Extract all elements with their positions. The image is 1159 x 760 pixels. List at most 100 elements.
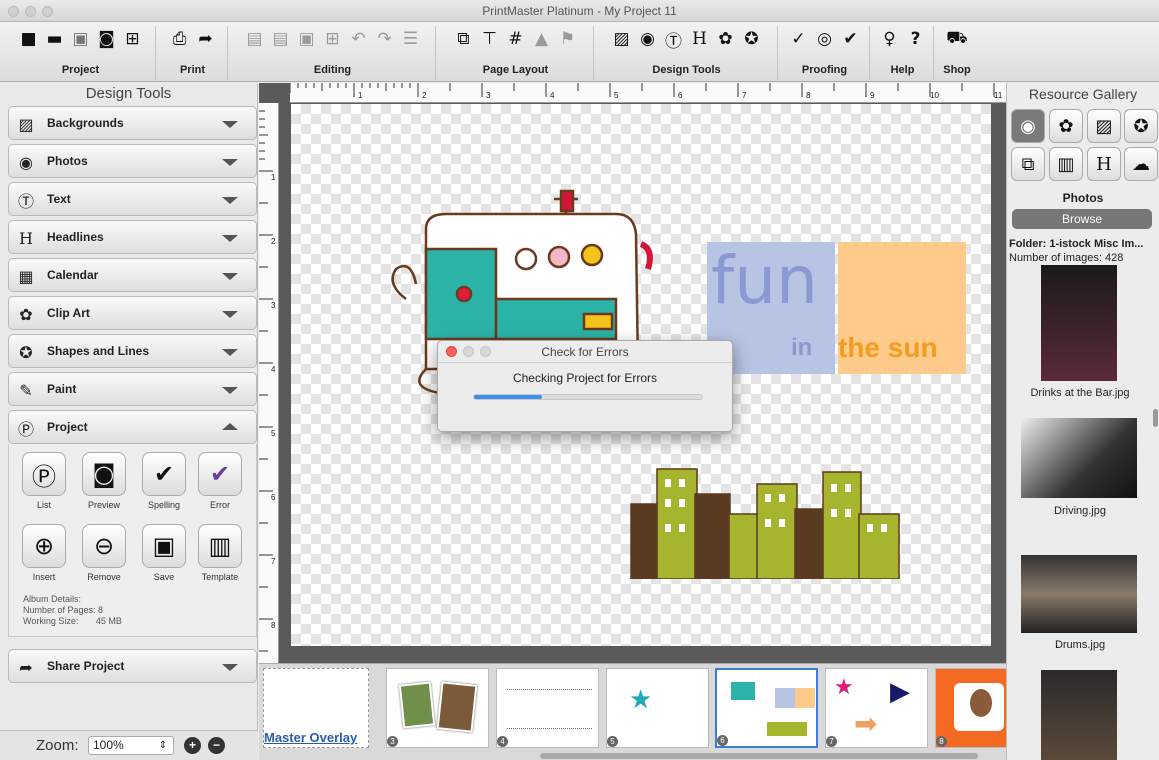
gallery-image[interactable] xyxy=(1041,670,1117,760)
backgrounds-category-button[interactable]: ▨ xyxy=(1087,109,1121,143)
cut-icon[interactable]: ▤ xyxy=(244,28,266,50)
zoom-select[interactable]: 100% ⇕ xyxy=(88,736,174,755)
copy-icon[interactable]: ▤ xyxy=(270,28,292,50)
gallery-image[interactable] xyxy=(1021,418,1137,498)
spelling-icon[interactable]: ✔ xyxy=(840,28,862,50)
chevron-down-icon xyxy=(222,387,238,394)
page-thumb[interactable]: ★ 5 xyxy=(606,668,709,748)
redo-icon[interactable]: ↷ xyxy=(374,28,396,50)
accordion-clip-art[interactable]: ✿ Clip Art xyxy=(8,296,257,330)
remove-label: Remove xyxy=(87,572,121,582)
shapes-category-button[interactable]: ✪ xyxy=(1124,109,1158,143)
working-size-value: 45 MB xyxy=(95,616,122,626)
undo-icon[interactable]: ↶ xyxy=(348,28,370,50)
browse-button[interactable]: Browse xyxy=(1012,209,1152,229)
text-icon[interactable]: Ⓣ xyxy=(663,28,685,52)
star-icon: ✪ xyxy=(1133,115,1149,137)
page-thumb[interactable]: ★ ▶ ➡ 7 xyxy=(825,668,928,748)
help-icon[interactable]: ? xyxy=(905,28,927,50)
image-icon[interactable]: ▨ xyxy=(611,28,633,50)
page-thumb[interactable]: 4 xyxy=(496,668,599,748)
accordion-calendar[interactable]: ▦ Calendar xyxy=(8,258,257,292)
share-icon[interactable]: ➦ xyxy=(195,28,217,50)
chevron-up-icon xyxy=(222,423,238,430)
save-template-button[interactable]: ▣ Save xyxy=(137,524,191,590)
printer-icon[interactable]: ⎙ xyxy=(169,28,191,50)
in-text: in xyxy=(791,334,813,361)
accordion-headlines[interactable]: H Headlines xyxy=(8,220,257,254)
flag-icon[interactable]: ⚑ xyxy=(557,28,579,50)
page-thumb[interactable]: 8 xyxy=(935,668,1006,748)
accordion-project[interactable]: Ⓟ Project xyxy=(8,410,257,444)
clipart-icon[interactable]: ✿ xyxy=(715,28,737,50)
image-icon: ▨ xyxy=(18,114,34,134)
guides-icon[interactable]: ⊤ xyxy=(479,28,501,50)
gallery-image[interactable] xyxy=(1041,265,1117,381)
toolbar-group-design-tools: ▨ ◉ Ⓣ H ✿ ✪ Design Tools xyxy=(596,26,778,80)
zoom-value: 100% xyxy=(93,738,124,752)
sun-text-block[interactable]: the sun xyxy=(838,242,966,374)
templates-category-button[interactable]: ▥ xyxy=(1049,147,1083,181)
new-project-icon[interactable]: ■ xyxy=(18,28,40,50)
accordion-share-project[interactable]: ➦ Share Project xyxy=(8,649,257,683)
camera-icon[interactable]: ◉ xyxy=(637,28,659,50)
grid-icon[interactable]: # xyxy=(505,28,527,50)
close-window-button[interactable] xyxy=(8,6,19,17)
page-thumb-selected[interactable]: 6 xyxy=(715,668,818,748)
photos-category-button[interactable]: ◉ xyxy=(1011,109,1045,143)
headlines-category-button[interactable]: H xyxy=(1087,147,1121,181)
gallery-image[interactable] xyxy=(1021,555,1137,633)
gallery-scrollbar[interactable] xyxy=(1153,409,1158,427)
accordion-backgrounds[interactable]: ▨ Backgrounds xyxy=(8,106,257,140)
cart-icon[interactable]: ⛟ xyxy=(946,28,968,50)
ruler-ticks xyxy=(259,110,273,652)
filmstrip-scrollbar[interactable] xyxy=(540,753,978,759)
camera-icon: ◉ xyxy=(1020,115,1036,137)
title-bar: PrintMaster Platinum - My Project 11 xyxy=(0,0,1159,22)
page-thumb[interactable]: 3 xyxy=(386,668,489,748)
open-project-icon[interactable]: ▬ xyxy=(44,28,66,50)
preview-button[interactable]: ◙ Preview xyxy=(77,452,131,518)
insert-page-button[interactable]: ⊕ Insert xyxy=(17,524,71,590)
zoom-out-button[interactable]: − xyxy=(208,737,225,754)
accordion-text[interactable]: Ⓣ Text xyxy=(8,182,257,216)
spelling-button[interactable]: ✔ Spelling xyxy=(137,452,191,518)
align-icon[interactable]: ▲ xyxy=(531,28,553,50)
accordion-shapes-lines[interactable]: ✪ Shapes and Lines xyxy=(8,334,257,368)
preview-icon[interactable]: ◙ xyxy=(96,28,118,50)
remove-page-button[interactable]: ⊖ Remove xyxy=(77,524,131,590)
minimize-window-button[interactable] xyxy=(25,6,36,17)
zoom-label: Zoom: xyxy=(36,737,79,754)
clipart-icon: ✿ xyxy=(19,304,33,324)
save-project-icon[interactable]: ▣ xyxy=(70,28,92,50)
headline-icon[interactable]: H xyxy=(689,28,711,50)
horizontal-ruler: 1 2 3 4 5 6 7 8 9 10 11 xyxy=(290,83,1006,103)
duplicate-icon[interactable]: ⊞ xyxy=(322,28,344,50)
fun-text: fun xyxy=(711,242,818,319)
layouts-category-button[interactable]: ⧉ xyxy=(1011,147,1045,181)
list-button[interactable]: Ⓟ List xyxy=(17,452,71,518)
accordion-paint[interactable]: ✎ Paint xyxy=(8,372,257,406)
online-category-button[interactable]: ☁ xyxy=(1124,147,1158,181)
share-icon: ➦ xyxy=(19,657,33,677)
zoom-window-button[interactable] xyxy=(42,6,53,17)
city-buildings-clipart[interactable] xyxy=(629,464,901,579)
zoom-in-button[interactable]: + xyxy=(184,737,201,754)
master-overlay-thumb[interactable]: Master Overlay xyxy=(263,668,369,748)
lightbulb-icon[interactable]: ♀ xyxy=(879,28,901,50)
add-page-icon[interactable]: ⊞ xyxy=(122,28,144,50)
clipart-category-button[interactable]: ✿ xyxy=(1049,109,1083,143)
list-icon[interactable]: ☰ xyxy=(400,28,422,50)
dialog-close-button[interactable] xyxy=(446,346,457,357)
accordion-label: Shapes and Lines xyxy=(47,344,150,358)
star-icon[interactable]: ✪ xyxy=(741,28,763,50)
accordion-photos[interactable]: ◉ Photos xyxy=(8,144,257,178)
layers-icon[interactable]: ⧉ xyxy=(453,28,475,50)
master-overlay-label: Master Overlay xyxy=(264,730,358,745)
check-icon[interactable]: ✓ xyxy=(788,28,810,50)
chevron-down-icon xyxy=(222,159,238,166)
paste-icon[interactable]: ▣ xyxy=(296,28,318,50)
error-button[interactable]: ✔ Error xyxy=(193,452,247,518)
proof-preview-icon[interactable]: ◎ xyxy=(814,28,836,50)
template-button[interactable]: ▥ Template xyxy=(193,524,247,590)
